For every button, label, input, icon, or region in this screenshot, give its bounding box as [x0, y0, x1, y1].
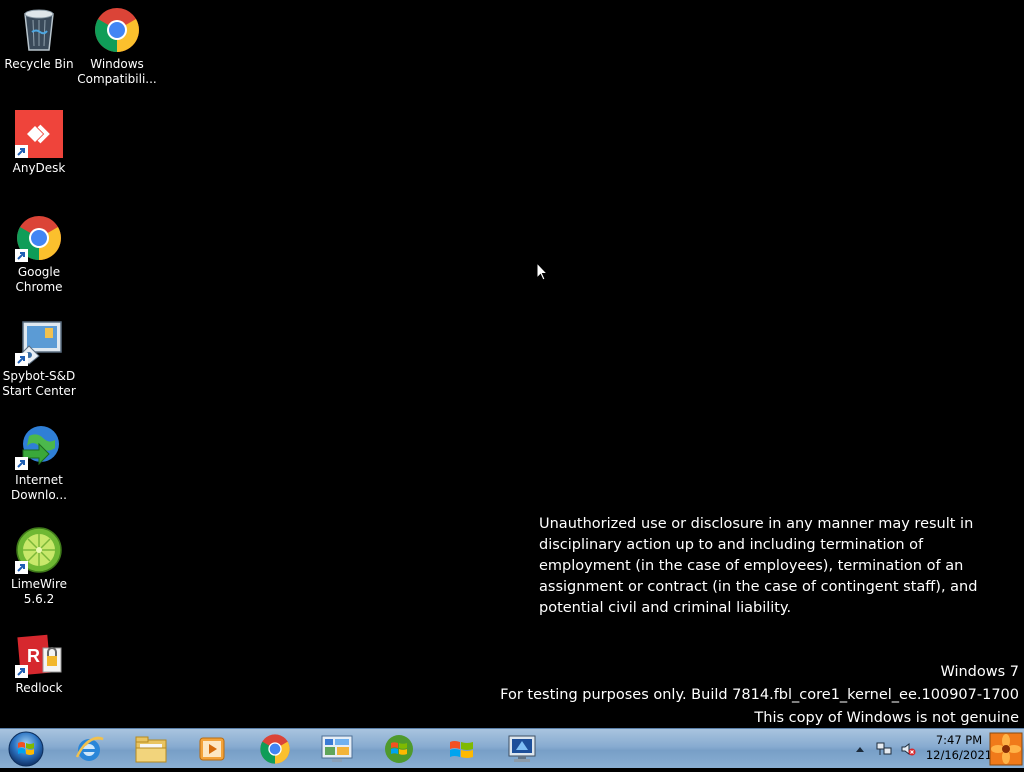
desktop-icon-label: Spybot-S&D Start Center: [2, 369, 76, 398]
desktop[interactable]: Recycle Bin Windows Compatibili... AnyDe…: [0, 0, 1024, 728]
chrome-icon: [93, 6, 141, 54]
network-icon[interactable]: [876, 741, 892, 757]
shortcut-arrow-icon: [15, 249, 28, 262]
folder-icon: [135, 736, 167, 763]
chrome-icon: [260, 734, 290, 764]
desktop-icon-label: Recycle Bin: [4, 57, 74, 71]
taskbar-windows-app-button[interactable]: [371, 730, 427, 768]
windows-watermark: Windows 7 For testing purposes only. Bui…: [500, 661, 1019, 730]
taskbar-windows-logo-button[interactable]: [433, 730, 489, 768]
desktop-icon-limewire[interactable]: LimeWire 5.6.2: [1, 522, 77, 607]
taskbar: 7:47 PM 12/16/2021: [0, 728, 1024, 768]
internet-explorer-icon: [75, 736, 104, 761]
internet-download-manager-icon: [15, 422, 63, 470]
media-player-icon: [199, 737, 225, 761]
legal-notice-text: Unauthorized use or disclosure in any ma…: [539, 516, 978, 616]
watermark-os-name: Windows 7: [940, 664, 1019, 680]
show-desktop-button[interactable]: [988, 729, 1024, 768]
watermark-genuine-notice: This copy of Windows is not genuine: [754, 710, 1019, 726]
desktop-icon-label: Windows Compatibili...: [77, 57, 157, 86]
shortcut-arrow-icon: [15, 457, 28, 470]
spybot-icon: [15, 318, 63, 366]
desktop-icon-google-chrome[interactable]: Google Chrome: [1, 210, 77, 295]
taskbar-remote-desktop-button[interactable]: [494, 730, 550, 768]
shortcut-arrow-icon: [15, 145, 28, 158]
desktop-icon-label: AnyDesk: [12, 161, 66, 175]
taskbar-internet-explorer-button[interactable]: [61, 730, 117, 768]
volume-muted-icon[interactable]: [900, 741, 916, 757]
mouse-cursor-icon: [536, 262, 548, 281]
taskbar-media-player-button[interactable]: [184, 730, 240, 768]
clock[interactable]: 7:47 PM 12/16/2021: [924, 733, 994, 763]
desktop-icon-label: Google Chrome: [15, 265, 63, 294]
desktop-icon-label: Redlock: [15, 681, 63, 695]
control-panel-icon: [321, 735, 353, 762]
desktop-icon-internet-download-manager[interactable]: Internet Downlo...: [1, 418, 77, 503]
shortcut-arrow-icon: [15, 561, 28, 574]
anydesk-icon: [15, 110, 63, 158]
show-hidden-icons-chevron-up-icon[interactable]: [854, 741, 866, 757]
taskbar-chrome-button[interactable]: [247, 730, 303, 768]
remote-desktop-icon: [508, 735, 536, 762]
desktop-icon-recycle-bin[interactable]: Recycle Bin: [1, 2, 77, 72]
desktop-icon-anydesk[interactable]: AnyDesk: [1, 106, 77, 176]
user-flower-thumbnail-icon: [989, 732, 1023, 766]
limewire-icon: [15, 526, 63, 574]
taskbar-control-panel-button[interactable]: [309, 730, 365, 768]
windows-logo-icon: [385, 735, 413, 763]
redlock-icon: R: [15, 630, 63, 678]
system-tray: 7:47 PM 12/16/2021: [824, 729, 1024, 768]
desktop-icon-windows-compatibility[interactable]: Windows Compatibili...: [77, 2, 157, 87]
taskbar-file-explorer-button[interactable]: [123, 730, 179, 768]
windows-logo-icon: [450, 741, 473, 758]
shortcut-arrow-icon: [15, 665, 28, 678]
start-button[interactable]: [6, 730, 46, 768]
desktop-icon-label: LimeWire 5.6.2: [10, 577, 68, 606]
desktop-icon-redlock[interactable]: R Redlock: [1, 626, 77, 696]
clock-time: 7:47 PM: [935, 733, 983, 747]
desktop-icon-spybot[interactable]: Spybot-S&D Start Center: [1, 314, 77, 399]
windows-orb-icon: [8, 731, 44, 767]
recycle-bin-icon: [15, 6, 63, 54]
chrome-icon: [15, 214, 63, 262]
svg-text:R: R: [27, 646, 40, 666]
watermark-build: For testing purposes only. Build 7814.fb…: [500, 687, 1019, 703]
clock-date: 12/16/2021: [925, 748, 993, 762]
desktop-icon-label: Internet Downlo...: [11, 473, 67, 502]
shortcut-arrow-icon: [15, 353, 28, 366]
